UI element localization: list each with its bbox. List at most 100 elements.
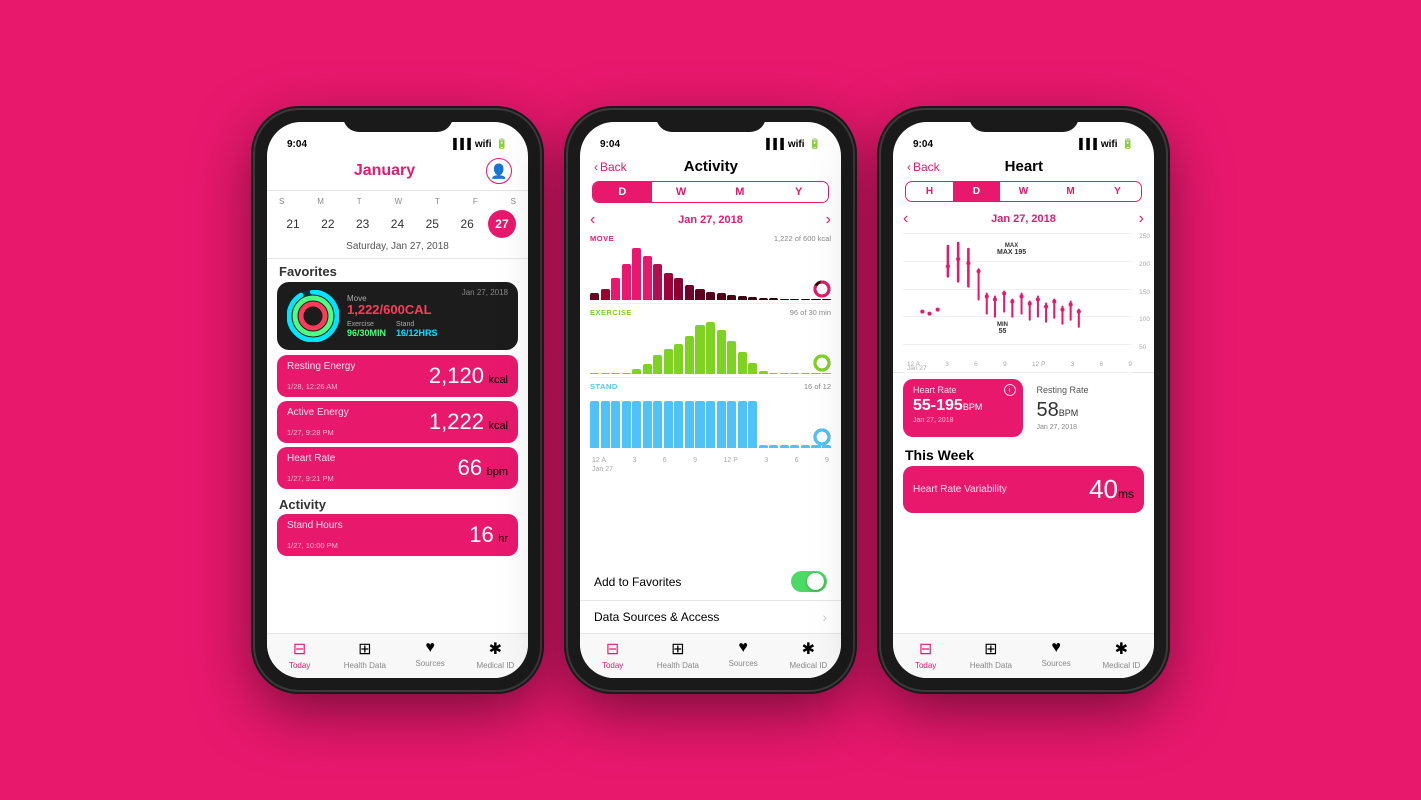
sources-icon-2: ♥ xyxy=(738,639,748,657)
bar xyxy=(590,401,599,448)
nav-title-1[interactable]: January xyxy=(354,162,415,180)
back-button-3[interactable]: ‹ Back xyxy=(907,160,940,174)
data-sources-row[interactable]: Data Sources & Access › xyxy=(580,601,841,633)
period-tab-W[interactable]: W xyxy=(652,182,711,202)
chart-date-bottom-2: Jan 27 xyxy=(590,466,831,473)
cal-days-row: 21 22 23 24 25 26 27 xyxy=(279,210,516,238)
health-data-label-3: Health Data xyxy=(970,661,1012,670)
phone-1: 9:04 ▐▐▐ wifi 🔋 January 👤 S xyxy=(255,110,540,690)
tab-medical-id-3[interactable]: ✱ Medical ID xyxy=(1089,639,1154,670)
tab-today-1[interactable]: ⊟ Today xyxy=(267,639,332,670)
bar xyxy=(738,401,747,448)
tab-medical-id-1[interactable]: ✱ Medical ID xyxy=(463,639,528,670)
sources-icon-3: ♥ xyxy=(1051,639,1061,657)
resting-rate-card[interactable]: Resting Rate 58BPM Jan 27, 2018 xyxy=(1029,379,1145,437)
activity-section-label: Activity xyxy=(267,493,528,514)
bar xyxy=(590,293,599,300)
exercise-ring-icon xyxy=(813,354,831,372)
period-tab-D3[interactable]: D xyxy=(953,182,1000,201)
bar xyxy=(759,445,768,448)
tab-health-data-1[interactable]: ⊞ Health Data xyxy=(332,639,397,670)
bar xyxy=(748,363,757,374)
tab-sources-3[interactable]: ♥ Sources xyxy=(1024,639,1089,670)
activity-card[interactable]: Jan 27, 2018 xyxy=(277,282,518,350)
cal-day-24[interactable]: 24 xyxy=(383,210,411,238)
bar xyxy=(643,256,652,300)
move-ring-icon xyxy=(813,280,831,298)
bar xyxy=(632,369,641,375)
screen-3: 9:04 ▐▐▐ wifi 🔋 ‹ Back Heart H D W M Y xyxy=(893,122,1154,678)
bar xyxy=(601,401,610,448)
back-button-2[interactable]: ‹ Back xyxy=(594,160,627,174)
prev-date-3[interactable]: ‹ xyxy=(903,210,908,228)
heart-info-icon[interactable]: i xyxy=(1004,384,1016,396)
cal-day-22[interactable]: 22 xyxy=(314,210,342,238)
active-energy-value-group: 1,222 kcal xyxy=(429,409,508,435)
bar xyxy=(717,401,726,448)
next-date-3[interactable]: › xyxy=(1139,210,1144,228)
period-tab-M3[interactable]: M xyxy=(1047,182,1094,201)
period-tab-Y3[interactable]: Y xyxy=(1094,182,1141,201)
tab-health-data-2[interactable]: ⊞ Health Data xyxy=(645,639,710,670)
tab-sources-1[interactable]: ♥ Sources xyxy=(398,639,463,670)
time-3: 9:04 xyxy=(913,139,933,150)
nav-title-2: Activity xyxy=(684,158,738,175)
heart-rate-detail-card[interactable]: i Heart Rate 55-195BPM Jan 27, 2018 xyxy=(903,379,1023,437)
period-tab-M[interactable]: M xyxy=(711,182,770,202)
add-to-favorites-row[interactable]: Add to Favorites xyxy=(580,563,841,601)
bar xyxy=(664,401,673,448)
heart-rate-date-p1: 1/27, 9:21 PM xyxy=(287,474,335,483)
stand-hours-unit: hr xyxy=(498,533,508,545)
resting-energy-card[interactable]: Resting Energy 1/28, 12:26 AM 2,120 kcal xyxy=(277,355,518,397)
bar xyxy=(590,373,599,374)
heart-rate-card-value: 55-195BPM xyxy=(913,397,1013,415)
medical-id-label-1: Medical ID xyxy=(476,661,514,670)
tab-today-3[interactable]: ⊟ Today xyxy=(893,639,958,670)
cal-day-26[interactable]: 26 xyxy=(453,210,481,238)
prev-date-2[interactable]: ‹ xyxy=(590,211,595,229)
resting-energy-date: 1/28, 12:26 AM xyxy=(287,382,355,391)
heart-cards-row: i Heart Rate 55-195BPM Jan 27, 2018 Rest… xyxy=(893,373,1154,443)
avatar-icon[interactable]: 👤 xyxy=(486,158,512,184)
period-tab-D[interactable]: D xyxy=(593,182,652,202)
cal-day-23[interactable]: 23 xyxy=(349,210,377,238)
stand-hours-card[interactable]: Stand Hours 1/27, 10:00 PM 16 hr xyxy=(277,514,518,556)
heart-rate-card-p1[interactable]: Heart Rate 1/27, 9:21 PM 66 bpm xyxy=(277,447,518,489)
resting-rate-title: Resting Rate xyxy=(1037,385,1137,395)
favorites-toggle[interactable] xyxy=(791,571,827,592)
tab-medical-id-2[interactable]: ✱ Medical ID xyxy=(776,639,841,670)
hrv-unit: ms xyxy=(1118,487,1134,501)
hrv-card[interactable]: Heart Rate Variability 40ms xyxy=(903,466,1144,513)
bar xyxy=(801,299,810,300)
cal-day-25[interactable]: 25 xyxy=(418,210,446,238)
date-label-3: Jan 27, 2018 xyxy=(991,213,1056,225)
bar xyxy=(727,401,736,448)
exercise-bars xyxy=(590,319,831,374)
next-date-2[interactable]: › xyxy=(826,211,831,229)
bar xyxy=(611,401,620,448)
tab-today-2[interactable]: ⊟ Today xyxy=(580,639,645,670)
bar xyxy=(822,299,831,300)
tab-sources-2[interactable]: ♥ Sources xyxy=(711,639,776,670)
medical-id-label-2: Medical ID xyxy=(789,661,827,670)
exercise-label: Exercise xyxy=(347,321,386,328)
bar xyxy=(738,296,747,300)
active-energy-value: 1,222 xyxy=(429,409,484,434)
active-energy-card[interactable]: Active Energy 1/27, 9:28 PM 1,222 kcal xyxy=(277,401,518,443)
cal-day-21[interactable]: 21 xyxy=(279,210,307,238)
bar xyxy=(769,445,778,448)
period-tab-H[interactable]: H xyxy=(906,182,953,201)
today-label-3: Today xyxy=(915,661,936,670)
cal-day-27-today[interactable]: 27 xyxy=(488,210,516,238)
resting-energy-value: 2,120 xyxy=(429,363,484,388)
nav-bar-2: ‹ Back Activity xyxy=(580,154,841,181)
heart-rate-card-title: Heart Rate xyxy=(913,385,1013,395)
tab-health-data-3[interactable]: ⊞ Health Data xyxy=(958,639,1023,670)
bar xyxy=(695,325,704,375)
bar xyxy=(622,401,631,448)
health-data-icon-1: ⊞ xyxy=(358,639,371,659)
period-tab-Y[interactable]: Y xyxy=(769,182,828,202)
period-tab-W3[interactable]: W xyxy=(1000,182,1047,201)
hrv-value: 40 xyxy=(1089,474,1118,504)
cal-days-header: S M T W T F S xyxy=(279,197,516,206)
